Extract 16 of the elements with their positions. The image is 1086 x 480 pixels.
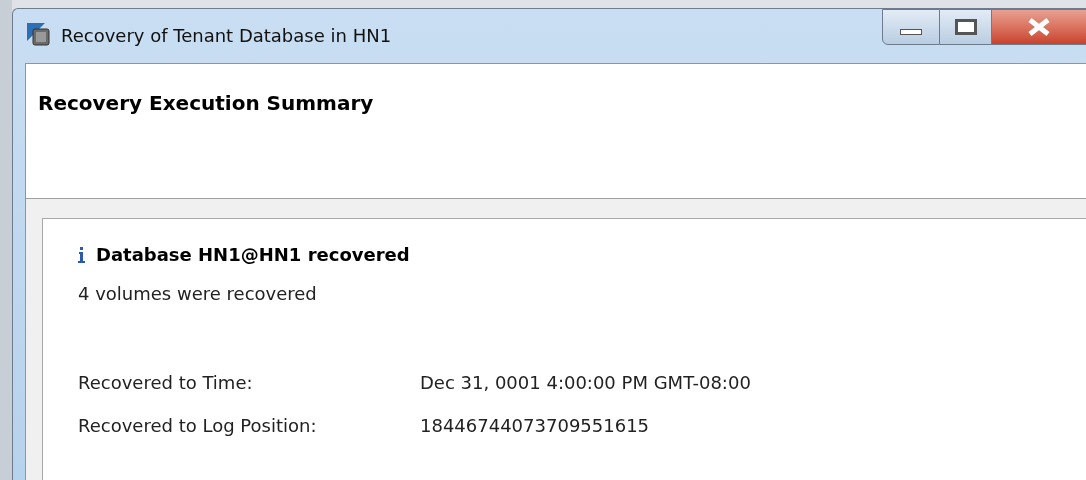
- detail-value: Dec 31, 0001 4:00:00 PM GMT-08:00: [420, 371, 751, 395]
- summary-message: 4 volumes were recovered: [78, 282, 318, 306]
- minimize-button[interactable]: [882, 9, 940, 45]
- summary-heading: Database HN1@HN1 recovered: [96, 243, 410, 267]
- chip-icon: [25, 21, 53, 49]
- page-heading: Recovery Execution Summary: [38, 90, 375, 117]
- close-icon: [1027, 18, 1051, 36]
- close-button[interactable]: [992, 9, 1086, 45]
- maximize-button[interactable]: [940, 9, 992, 45]
- detail-label: Recovered to Log Position:: [78, 414, 318, 438]
- window-title: Recovery of Tenant Database in HN1: [61, 23, 392, 48]
- minimize-icon: [900, 29, 922, 35]
- info-icon: [78, 246, 86, 263]
- maximize-icon: [954, 19, 977, 35]
- detail-value: 18446744073709551615: [420, 414, 650, 438]
- detail-label: Recovered to Time:: [78, 371, 254, 395]
